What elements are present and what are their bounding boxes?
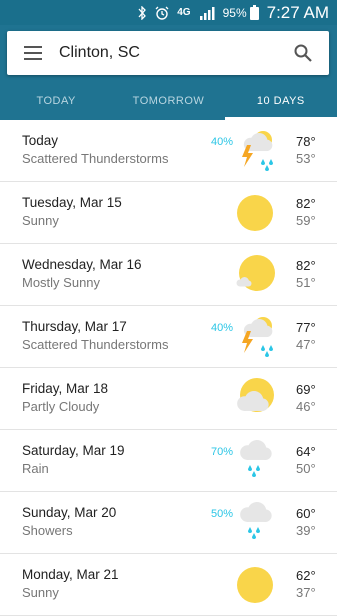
hamburger-icon bbox=[24, 46, 42, 60]
forecast-condition: Sunny bbox=[22, 585, 59, 600]
precip-chance: 40% bbox=[210, 322, 233, 334]
high-temp: 60° bbox=[296, 506, 316, 521]
high-temp: 62° bbox=[296, 568, 316, 583]
precip-chance: 40% bbox=[210, 136, 233, 148]
high-temp: 82° bbox=[296, 196, 316, 211]
forecast-row[interactable]: Saturday, Mar 19 Rain 70% 64° 50° bbox=[0, 430, 337, 492]
forecast-day: Tuesday, Mar 15 bbox=[22, 195, 122, 210]
forecast-row[interactable]: Friday, Mar 18 Partly Cloudy 69° 46° bbox=[0, 368, 337, 430]
forecast-day: Monday, Mar 21 bbox=[22, 567, 119, 582]
showers-icon bbox=[240, 502, 272, 539]
search-icon bbox=[294, 44, 312, 62]
forecast-temps: 60° 39° bbox=[296, 505, 316, 539]
forecast-temps: 62° 37° bbox=[296, 567, 316, 601]
high-temp: 78° bbox=[296, 134, 316, 149]
search-card: Clinton, SC bbox=[7, 31, 329, 75]
high-temp: 82° bbox=[296, 258, 316, 273]
signal-icon bbox=[199, 6, 215, 20]
thunderstorm-icon bbox=[242, 131, 273, 171]
bluetooth-icon bbox=[137, 5, 147, 20]
forecast-condition: Mostly Sunny bbox=[22, 275, 101, 290]
alarm-icon bbox=[155, 6, 169, 20]
tab-10-days[interactable]: 10 DAYS bbox=[224, 81, 337, 120]
forecast-condition: Showers bbox=[22, 523, 73, 538]
low-temp: 46° bbox=[296, 399, 316, 414]
forecast-text: Monday, Mar 21 Sunny bbox=[22, 566, 119, 602]
forecast-temps: 82° 59° bbox=[296, 195, 316, 229]
low-temp: 53° bbox=[296, 151, 316, 166]
forecast-condition: Partly Cloudy bbox=[22, 399, 100, 414]
battery-icon bbox=[249, 5, 259, 20]
mostly-sunny-icon bbox=[236, 255, 275, 291]
forecast-temps: 82° 51° bbox=[296, 257, 316, 291]
app-header: Clinton, SC TODAY TOMORROW 10 DAYS bbox=[0, 25, 337, 120]
low-temp: 47° bbox=[296, 337, 316, 352]
partly-cloudy-icon bbox=[237, 378, 274, 412]
forecast-condition: Sunny bbox=[22, 213, 59, 228]
status-bar: 4G 95% 7:27 AM bbox=[0, 0, 337, 25]
tab-bar: TODAY TOMORROW 10 DAYS bbox=[0, 81, 337, 120]
high-temp: 69° bbox=[296, 382, 316, 397]
forecast-list: Today Scattered Thunderstorms 40% 78° 53… bbox=[0, 120, 337, 616]
forecast-text: Sunday, Mar 20 Showers bbox=[22, 504, 116, 540]
forecast-text: Saturday, Mar 19 Rain bbox=[22, 442, 125, 478]
sun-icon bbox=[237, 195, 273, 231]
forecast-temps: 78° 53° bbox=[296, 133, 316, 167]
menu-button[interactable] bbox=[7, 31, 59, 75]
tab-tomorrow[interactable]: TOMORROW bbox=[112, 81, 224, 120]
location-field[interactable]: Clinton, SC bbox=[59, 44, 277, 62]
high-temp: 77° bbox=[296, 320, 316, 335]
low-temp: 50° bbox=[296, 461, 316, 476]
low-temp: 59° bbox=[296, 213, 316, 228]
forecast-text: Friday, Mar 18 Partly Cloudy bbox=[22, 380, 108, 416]
forecast-day: Today bbox=[22, 133, 59, 148]
forecast-condition: Scattered Thunderstorms bbox=[22, 151, 169, 166]
forecast-row[interactable]: Monday, Mar 21 Sunny 62° 37° bbox=[0, 554, 337, 616]
forecast-day: Saturday, Mar 19 bbox=[22, 443, 125, 458]
forecast-row[interactable]: Sunday, Mar 20 Showers 50% 60° 39° bbox=[0, 492, 337, 554]
forecast-text: Thursday, Mar 17 Scattered Thunderstorms bbox=[22, 318, 168, 354]
precip-chance: 50% bbox=[210, 508, 233, 520]
thunderstorm-icon bbox=[242, 317, 273, 357]
forecast-text: Today Scattered Thunderstorms bbox=[22, 132, 168, 168]
precip-chance: 70% bbox=[210, 446, 233, 458]
forecast-temps: 77° 47° bbox=[296, 319, 316, 353]
sun-icon bbox=[237, 567, 273, 603]
network-label: 4G bbox=[177, 7, 191, 18]
clock: 7:27 AM bbox=[266, 2, 329, 22]
forecast-row[interactable]: Today Scattered Thunderstorms 40% 78° 53… bbox=[0, 120, 337, 182]
low-temp: 37° bbox=[296, 585, 316, 600]
forecast-day: Thursday, Mar 17 bbox=[22, 319, 127, 334]
search-button[interactable] bbox=[277, 31, 329, 75]
forecast-condition: Rain bbox=[22, 461, 49, 476]
low-temp: 39° bbox=[296, 523, 316, 538]
tab-today[interactable]: TODAY bbox=[0, 81, 112, 120]
forecast-row[interactable]: Thursday, Mar 17 Scattered Thunderstorms… bbox=[0, 306, 337, 368]
battery-percent: 95% bbox=[222, 5, 247, 20]
high-temp: 64° bbox=[296, 444, 316, 459]
forecast-text: Wednesday, Mar 16 Mostly Sunny bbox=[22, 256, 142, 292]
rain-icon bbox=[240, 440, 272, 477]
forecast-temps: 69° 46° bbox=[296, 381, 316, 415]
forecast-row[interactable]: Tuesday, Mar 15 Sunny 82° 59° bbox=[0, 182, 337, 244]
forecast-row[interactable]: Wednesday, Mar 16 Mostly Sunny 82° 51° bbox=[0, 244, 337, 306]
forecast-day: Friday, Mar 18 bbox=[22, 381, 109, 396]
forecast-day: Wednesday, Mar 16 bbox=[22, 257, 142, 272]
forecast-temps: 64° 50° bbox=[296, 443, 316, 477]
forecast-text: Tuesday, Mar 15 Sunny bbox=[22, 194, 122, 230]
forecast-day: Sunday, Mar 20 bbox=[22, 505, 117, 520]
forecast-condition: Scattered Thunderstorms bbox=[22, 337, 169, 352]
low-temp: 51° bbox=[296, 275, 316, 290]
